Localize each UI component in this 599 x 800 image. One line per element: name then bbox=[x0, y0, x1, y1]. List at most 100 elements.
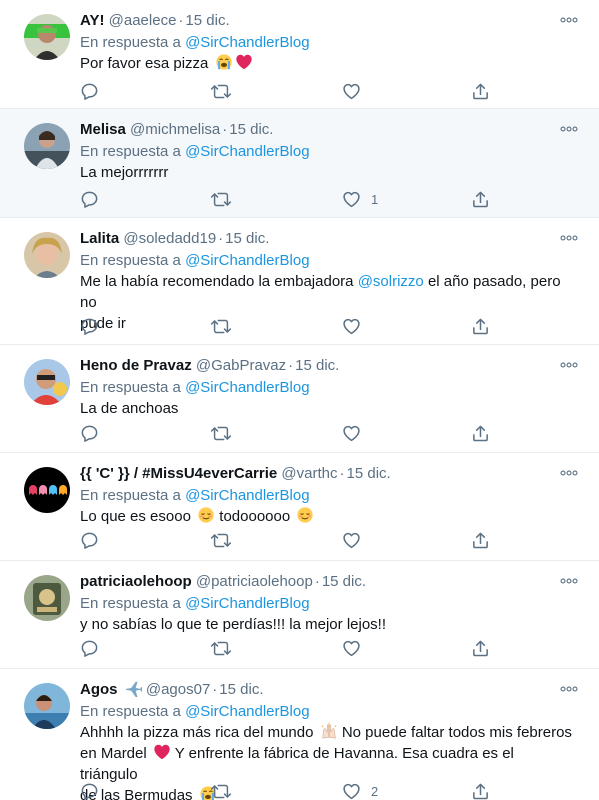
tweet-date[interactable]: 15 dic. bbox=[295, 357, 339, 374]
reply-mention-link[interactable]: @SirChandlerBlog bbox=[185, 595, 309, 612]
like-count: 2 bbox=[371, 783, 379, 799]
tweet-text-content: en Mardel bbox=[80, 745, 147, 762]
tweet-date[interactable]: 15 dic. bbox=[347, 465, 391, 482]
tweet[interactable]: Lalita @soledadd19 · 15 dic. En respuesta … bbox=[0, 218, 599, 345]
user-handle[interactable]: @soledadd19 bbox=[123, 230, 216, 247]
retweet-button[interactable] bbox=[210, 80, 232, 102]
display-name[interactable]: Melisa bbox=[80, 121, 126, 138]
reply-mention-link[interactable]: @SirChandlerBlog bbox=[185, 34, 309, 51]
tweet-text-content: Me la había recomendado la embajadora bbox=[80, 273, 354, 290]
share-button[interactable] bbox=[471, 188, 490, 210]
retweet-button[interactable] bbox=[210, 780, 232, 800]
reply-button[interactable] bbox=[80, 188, 99, 210]
like-button[interactable] bbox=[342, 315, 371, 337]
like-button[interactable] bbox=[342, 422, 371, 444]
tweet-text: y no sabías lo que te perdías!!! la mejo… bbox=[80, 616, 386, 633]
reply-mention-link[interactable]: @SirChandlerBlog bbox=[185, 143, 309, 160]
share-button[interactable] bbox=[471, 780, 490, 800]
share-button[interactable] bbox=[471, 80, 490, 102]
tweet-text-content: Ahhhh la pizza más rica del mundo bbox=[80, 724, 314, 741]
like-button[interactable] bbox=[342, 637, 371, 659]
reply-mention-link[interactable]: @SirChandlerBlog bbox=[185, 379, 309, 396]
reply-icon bbox=[80, 639, 99, 658]
like-icon bbox=[342, 82, 361, 101]
share-button[interactable] bbox=[471, 529, 490, 551]
avatar[interactable] bbox=[24, 359, 70, 405]
more-icon[interactable] bbox=[557, 12, 581, 28]
reply-button[interactable] bbox=[80, 80, 99, 102]
share-icon bbox=[471, 782, 490, 800]
avatar[interactable] bbox=[24, 467, 70, 513]
more-icon[interactable] bbox=[557, 573, 581, 589]
avatar[interactable] bbox=[24, 575, 70, 621]
user-handle[interactable]: @GabPravaz bbox=[196, 357, 286, 374]
share-icon bbox=[471, 424, 490, 443]
share-icon bbox=[471, 82, 490, 101]
user-handle[interactable]: @aaelece bbox=[109, 12, 177, 29]
more-icon[interactable] bbox=[557, 230, 581, 246]
reply-context: En respuesta a @SirChandlerBlog bbox=[80, 377, 573, 398]
retweet-button[interactable] bbox=[210, 188, 232, 210]
display-name[interactable]: {{ 'C' }} / #MissU4everCarrie bbox=[80, 465, 277, 482]
retweet-button[interactable] bbox=[210, 529, 232, 551]
reply-mention-link[interactable]: @SirChandlerBlog bbox=[185, 252, 309, 269]
tweet[interactable]: Melisa @michmelisa · 15 dic. En respuesta … bbox=[0, 109, 599, 218]
display-name[interactable]: Lalita bbox=[80, 230, 119, 247]
more-icon[interactable] bbox=[557, 465, 581, 481]
tweet[interactable]: Agos @agos07 · 15 dic. En respuesta a @Sir… bbox=[0, 669, 599, 800]
tweet-date[interactable]: 15 dic. bbox=[219, 681, 263, 698]
reply-mention-link[interactable]: @SirChandlerBlog bbox=[185, 703, 309, 720]
retweet-icon bbox=[210, 782, 232, 800]
share-button[interactable] bbox=[471, 315, 490, 337]
like-button[interactable]: 1 bbox=[342, 188, 378, 210]
tweet-text-content: No puede faltar todos mis febreros bbox=[341, 724, 572, 741]
mention-link[interactable]: @solrizzo bbox=[358, 273, 424, 290]
tweet-text-content: Por favor esa pizza bbox=[80, 55, 209, 72]
share-button[interactable] bbox=[471, 637, 490, 659]
reply-button[interactable] bbox=[80, 529, 99, 551]
tweet[interactable]: {{ 'C' }} / #MissU4everCarrie @varthc · 15… bbox=[0, 453, 599, 561]
user-handle[interactable]: @agos07 bbox=[146, 681, 210, 698]
reply-icon bbox=[80, 531, 99, 550]
like-button[interactable] bbox=[342, 529, 371, 551]
share-button[interactable] bbox=[471, 422, 490, 444]
reply-button[interactable] bbox=[80, 422, 99, 444]
avatar[interactable] bbox=[24, 232, 70, 278]
avatar[interactable] bbox=[24, 123, 70, 169]
display-name[interactable]: Heno de Pravaz bbox=[80, 357, 192, 374]
tweet-date[interactable]: 15 dic. bbox=[185, 12, 229, 29]
like-button[interactable]: 2 bbox=[342, 780, 378, 800]
tweet-date[interactable]: 15 dic. bbox=[322, 573, 366, 590]
user-handle[interactable]: @michmelisa bbox=[130, 121, 220, 138]
like-button[interactable] bbox=[342, 80, 371, 102]
separator-dot: · bbox=[288, 357, 294, 374]
more-icon[interactable] bbox=[557, 681, 581, 697]
display-name[interactable]: AY! bbox=[80, 12, 104, 29]
display-name[interactable]: Agos bbox=[80, 681, 118, 698]
user-handle[interactable]: @varthc bbox=[281, 465, 337, 482]
reply-prefix: En respuesta a bbox=[80, 595, 181, 612]
avatar[interactable] bbox=[24, 683, 70, 729]
retweet-button[interactable] bbox=[210, 422, 232, 444]
like-icon bbox=[342, 531, 361, 550]
reply-button[interactable] bbox=[80, 315, 99, 337]
reply-mention-link[interactable]: @SirChandlerBlog bbox=[185, 487, 309, 504]
display-name[interactable]: patriciaolehoop bbox=[80, 573, 192, 590]
tweet[interactable]: AY! @aaelece · 15 dic. En respuesta a @Sir… bbox=[0, 0, 599, 109]
tweet-date[interactable]: 15 dic. bbox=[229, 121, 273, 138]
tweet[interactable]: Heno de Pravaz @GabPravaz · 15 dic. En res… bbox=[0, 345, 599, 453]
separator-dot: · bbox=[218, 230, 224, 247]
avatar[interactable] bbox=[24, 14, 70, 60]
reply-button[interactable] bbox=[80, 637, 99, 659]
like-icon bbox=[342, 424, 361, 443]
more-icon[interactable] bbox=[557, 121, 581, 137]
retweet-button[interactable] bbox=[210, 315, 232, 337]
more-icon[interactable] bbox=[557, 357, 581, 373]
reply-context: En respuesta a @SirChandlerBlog bbox=[80, 32, 573, 53]
retweet-button[interactable] bbox=[210, 637, 232, 659]
tweet[interactable]: patriciaolehoop @patriciaolehoop · 15 dic.… bbox=[0, 561, 599, 669]
reply-button[interactable] bbox=[80, 780, 99, 800]
tweet-date[interactable]: 15 dic. bbox=[225, 230, 269, 247]
user-handle[interactable]: @patriciaolehoop bbox=[196, 573, 313, 590]
separator-dot: · bbox=[314, 573, 320, 590]
